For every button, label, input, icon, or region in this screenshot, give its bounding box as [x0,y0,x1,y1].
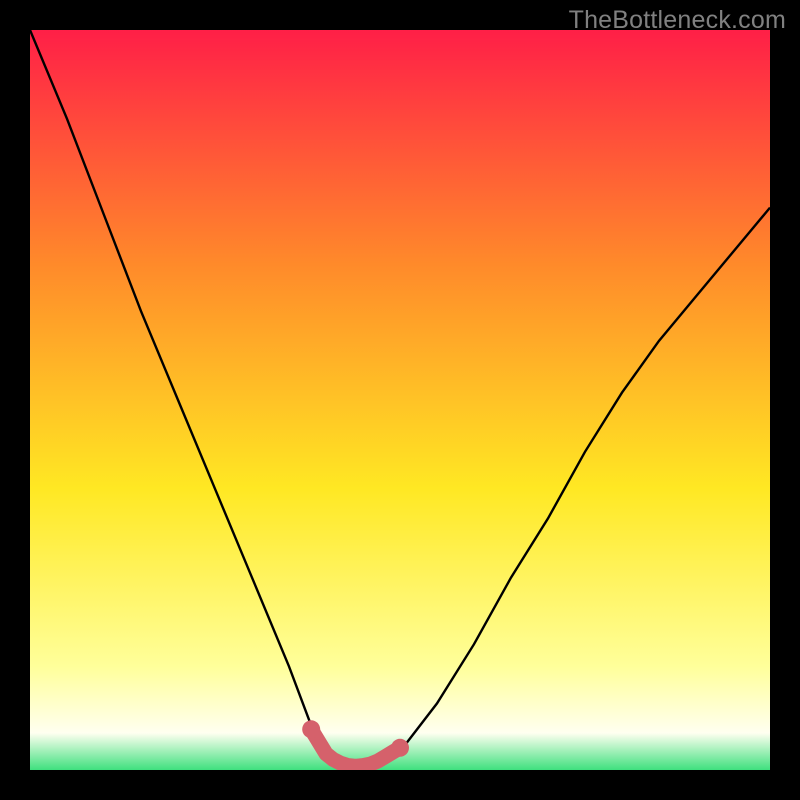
gradient-background [30,30,770,770]
bottleneck-chart [30,30,770,770]
chart-frame: TheBottleneck.com [0,0,800,800]
highlight-end-dot [302,720,320,738]
highlight-end-dot [391,739,409,757]
